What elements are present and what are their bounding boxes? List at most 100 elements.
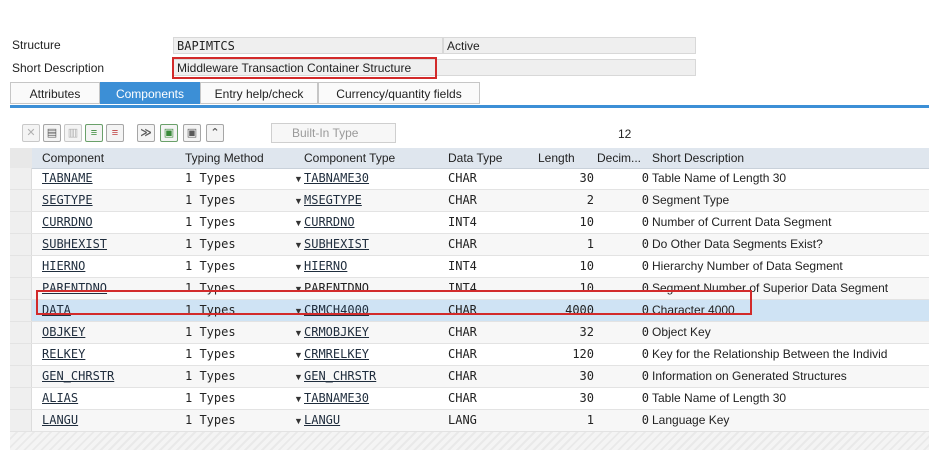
typing-method[interactable]: 1 Types: [185, 366, 295, 387]
component-name[interactable]: TABNAME: [42, 168, 177, 189]
decimals[interactable]: 0: [597, 256, 649, 277]
component-type[interactable]: CRMCH4000: [304, 300, 442, 321]
row-selector[interactable]: [10, 344, 32, 365]
decimals[interactable]: 0: [597, 234, 649, 255]
insert-row-icon[interactable]: ≡: [85, 124, 103, 142]
typing-method[interactable]: 1 Types: [185, 344, 295, 365]
data-type[interactable]: CHAR: [448, 344, 528, 365]
length[interactable]: 30: [538, 366, 594, 387]
component-name[interactable]: SEGTYPE: [42, 190, 177, 211]
data-type[interactable]: CHAR: [448, 322, 528, 343]
collapse-icon[interactable]: ≫: [137, 124, 155, 142]
row-selector[interactable]: [10, 234, 32, 255]
data-type[interactable]: LANG: [448, 410, 528, 431]
component-type[interactable]: TABNAME30: [304, 388, 442, 409]
col-typing-method[interactable]: Typing Method: [185, 148, 264, 168]
typing-method[interactable]: 1 Types: [185, 410, 295, 431]
structure-name-field[interactable]: BAPIMTCS: [173, 37, 443, 54]
table-row[interactable]: ALIAS 1 Types ▼ TABNAME30 CHAR 30 0 Table Name …: [10, 388, 929, 410]
length[interactable]: 1: [538, 410, 594, 431]
component-name[interactable]: CURRDNO: [42, 212, 177, 233]
row-selector[interactable]: [10, 212, 32, 233]
length[interactable]: 1: [538, 234, 594, 255]
row-selector[interactable]: [10, 388, 32, 409]
data-type[interactable]: CHAR: [448, 366, 528, 387]
component-name[interactable]: DATA: [42, 300, 177, 321]
length[interactable]: 10: [538, 256, 594, 277]
typing-method[interactable]: 1 Types: [185, 190, 295, 211]
table-row[interactable]: LANGU 1 Types ▼ LANGU LANG 1 0 Language Key: [10, 410, 929, 432]
typing-method[interactable]: 1 Types: [185, 256, 295, 277]
decimals[interactable]: 0: [597, 344, 649, 365]
row-selector[interactable]: [10, 410, 32, 431]
decimals[interactable]: 0: [597, 168, 649, 189]
component-name[interactable]: OBJKEY: [42, 322, 177, 343]
length[interactable]: 10: [538, 278, 594, 299]
data-type[interactable]: INT4: [448, 278, 528, 299]
length[interactable]: 10: [538, 212, 594, 233]
tab-entry-help-check[interactable]: Entry help/check: [200, 82, 318, 104]
component-name[interactable]: PARENTDNO: [42, 278, 177, 299]
tab-attributes[interactable]: Attributes: [10, 82, 100, 104]
copy-icon[interactable]: ▤: [43, 124, 61, 142]
length[interactable]: 2: [538, 190, 594, 211]
col-component-type[interactable]: Component Type: [304, 148, 395, 168]
table-row[interactable]: OBJKEY 1 Types ▼ CRMOBJKEY CHAR 32 0 Object Key: [10, 322, 929, 344]
data-type[interactable]: INT4: [448, 256, 528, 277]
decimals[interactable]: 0: [597, 300, 649, 321]
component-name[interactable]: HIERNO: [42, 256, 177, 277]
short-description-field[interactable]: Middleware Transaction Container Structu…: [173, 59, 696, 76]
data-type[interactable]: CHAR: [448, 168, 528, 189]
component-type[interactable]: HIERNO: [304, 256, 442, 277]
table-row[interactable]: SUBHEXIST 1 Types ▼ SUBHEXIST CHAR 1 0 Do Other…: [10, 234, 929, 256]
table-row[interactable]: GEN_CHRSTR 1 Types ▼ GEN_CHRSTR CHAR 30 0 Infor…: [10, 366, 929, 388]
table-row[interactable]: HIERNO 1 Types ▼ HIERNO INT4 10 0 Hierarchy Num…: [10, 256, 929, 278]
data-type[interactable]: CHAR: [448, 234, 528, 255]
length[interactable]: 30: [538, 168, 594, 189]
row-selector[interactable]: [10, 300, 32, 321]
component-type[interactable]: MSEGTYPE: [304, 190, 442, 211]
length[interactable]: 120: [538, 344, 594, 365]
decimals[interactable]: 0: [597, 190, 649, 211]
tab-components[interactable]: Components: [100, 82, 200, 104]
tab-currency-quantity-fields[interactable]: Currency/quantity fields: [318, 82, 480, 104]
decimals[interactable]: 0: [597, 388, 649, 409]
col-data-type[interactable]: Data Type: [448, 148, 502, 168]
delete-row-icon[interactable]: ≡: [106, 124, 124, 142]
typing-method[interactable]: 1 Types: [185, 278, 295, 299]
component-name[interactable]: RELKEY: [42, 344, 177, 365]
length[interactable]: 4000: [538, 300, 594, 321]
col-decimals[interactable]: Decim...: [597, 148, 641, 168]
component-name[interactable]: SUBHEXIST: [42, 234, 177, 255]
typing-method[interactable]: 1 Types: [185, 212, 295, 233]
row-selector[interactable]: [10, 366, 32, 387]
component-type[interactable]: GEN_CHRSTR: [304, 366, 442, 387]
table-row[interactable]: TABNAME 1 Types ▼ TABNAME30 CHAR 30 0 Table Nam…: [10, 168, 929, 190]
select-all-icon[interactable]: ▣: [183, 124, 201, 142]
typing-method[interactable]: 1 Types: [185, 234, 295, 255]
component-type[interactable]: TABNAME30: [304, 168, 442, 189]
table-row[interactable]: RELKEY 1 Types ▼ CRMRELKEY CHAR 120 0 Key for t…: [10, 344, 929, 366]
typing-method[interactable]: 1 Types: [185, 168, 295, 189]
component-type[interactable]: PARENTDNO: [304, 278, 442, 299]
component-type[interactable]: CURRDNO: [304, 212, 442, 233]
component-type[interactable]: LANGU: [304, 410, 442, 431]
row-selector[interactable]: [10, 190, 32, 211]
decimals[interactable]: 0: [597, 212, 649, 233]
typing-method[interactable]: 1 Types: [185, 388, 295, 409]
col-component[interactable]: Component: [42, 148, 104, 168]
component-type[interactable]: SUBHEXIST: [304, 234, 442, 255]
move-up-icon[interactable]: ⌃: [206, 124, 224, 142]
expand-all-icon[interactable]: ▣: [160, 124, 178, 142]
component-name[interactable]: ALIAS: [42, 388, 177, 409]
typing-method[interactable]: 1 Types: [185, 322, 295, 343]
cut-icon[interactable]: ✕: [22, 124, 40, 142]
component-name[interactable]: GEN_CHRSTR: [42, 366, 177, 387]
length[interactable]: 30: [538, 388, 594, 409]
row-selector[interactable]: [10, 278, 32, 299]
decimals[interactable]: 0: [597, 410, 649, 431]
table-row[interactable]: SEGTYPE 1 Types ▼ MSEGTYPE CHAR 2 0 Segment Typ…: [10, 190, 929, 212]
row-selector[interactable]: [10, 168, 32, 189]
data-type[interactable]: CHAR: [448, 300, 528, 321]
data-type[interactable]: CHAR: [448, 388, 528, 409]
